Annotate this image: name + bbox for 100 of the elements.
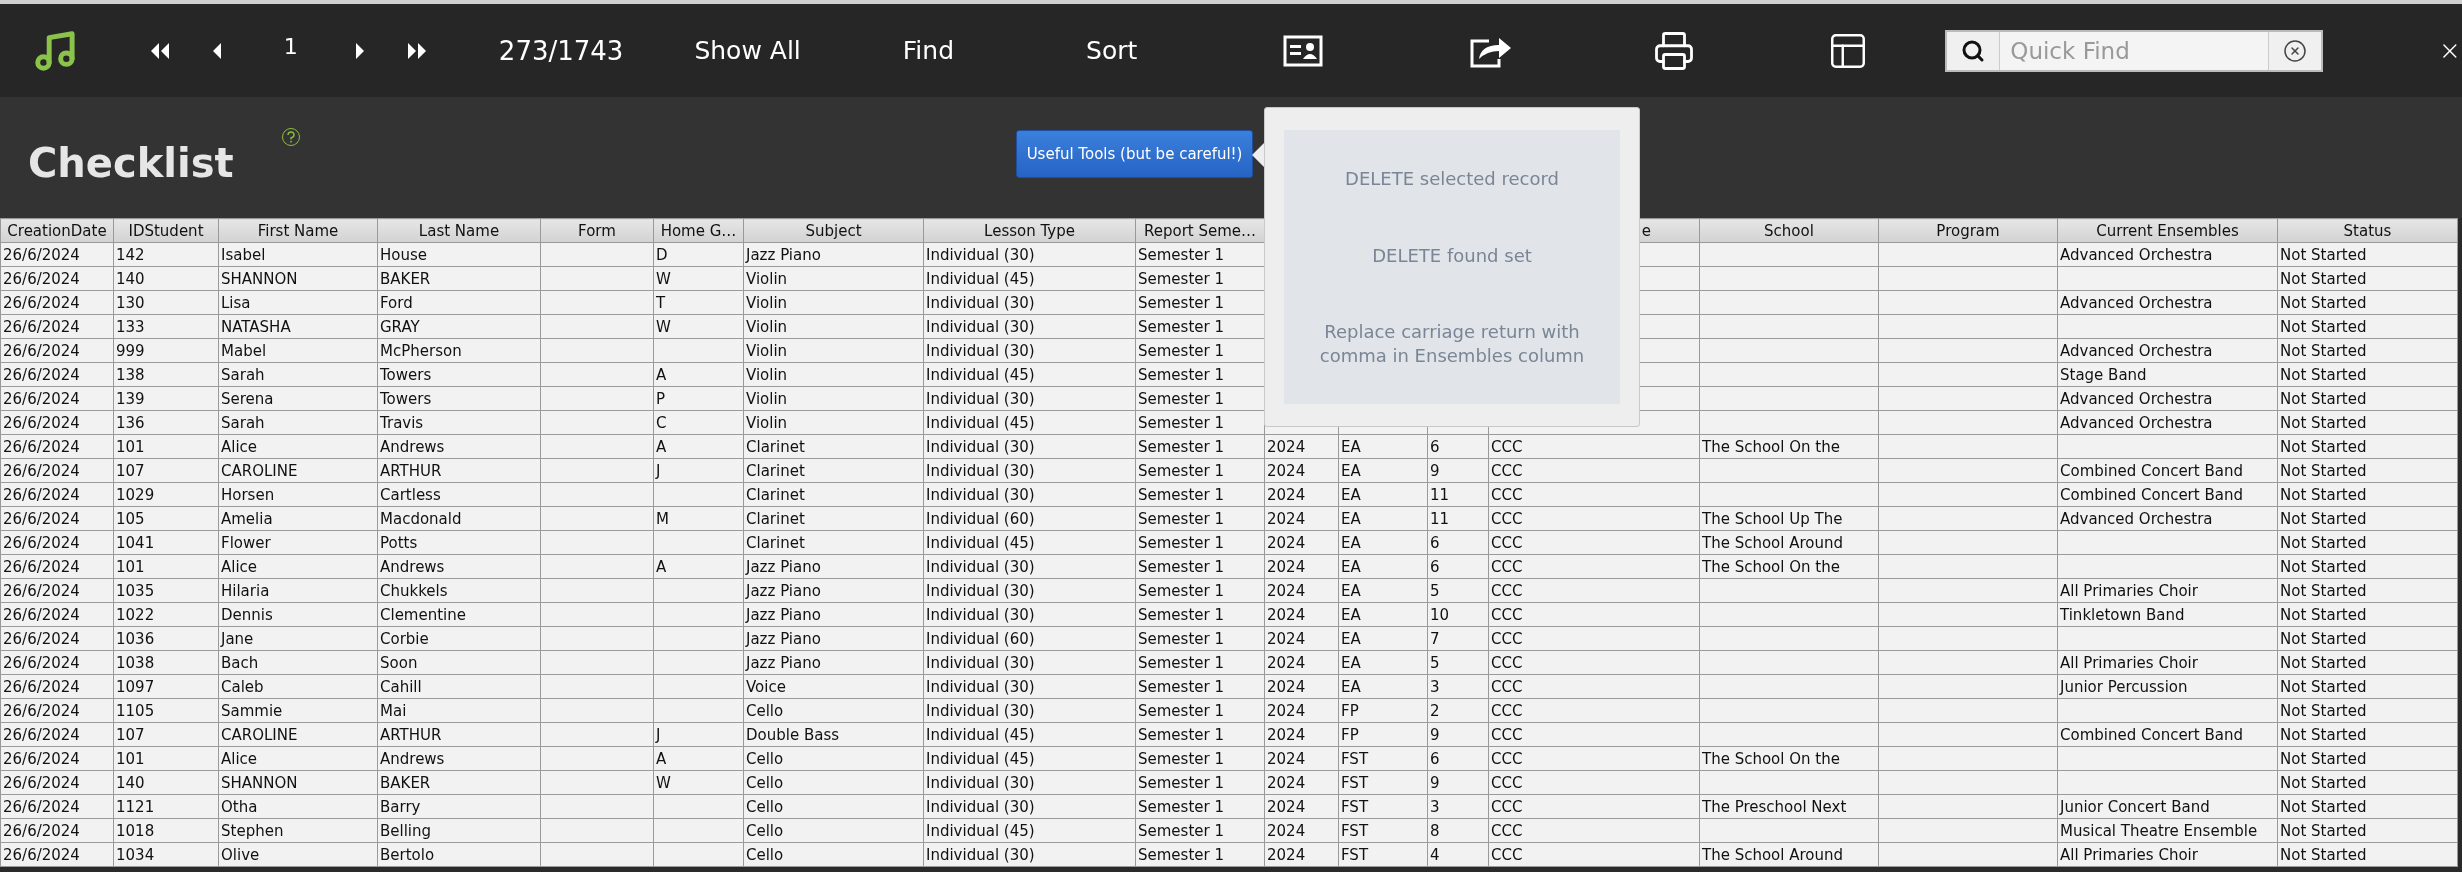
table-cell: 11 (1430, 485, 1450, 504)
table-cell: Not Started (2280, 557, 2367, 576)
column-header[interactable]: Current Ensembles (2057, 218, 2278, 243)
table-cell: A (656, 437, 667, 456)
table-cell: Semester 1 (1138, 413, 1224, 432)
column-header[interactable]: Form (540, 218, 654, 243)
table-cell: Andrews (380, 437, 445, 456)
table-cell: 2024 (1267, 629, 1306, 648)
table-cell: 1018 (116, 821, 155, 840)
table-cell: FST (1341, 749, 1369, 768)
table-cell: Not Started (2280, 821, 2367, 840)
useful-tools-button[interactable]: Useful Tools (but be careful!) (1015, 129, 1254, 178)
column-header[interactable]: Status (2277, 218, 2458, 243)
table-cell: Combined Concert Band (2060, 725, 2243, 744)
table-cell: 26/6/2024 (3, 797, 80, 816)
table-cell: 2024 (1267, 797, 1306, 816)
table-cell: Not Started (2280, 773, 2367, 792)
table-cell: Semester 1 (1138, 389, 1224, 408)
table-cell: Semester 1 (1138, 581, 1224, 600)
table-cell: CCC (1491, 653, 1523, 672)
toolbar-button[interactable]: Show All (688, 32, 807, 69)
table-cell: 26/6/2024 (3, 821, 80, 840)
column-header[interactable]: Lesson Type (923, 218, 1136, 243)
table-cell: CCC (1491, 797, 1523, 816)
table-cell: Towers (380, 365, 432, 384)
table-cell: Clarinet (746, 485, 805, 504)
table-cell: Violin (746, 341, 788, 360)
table-cell: 138 (116, 365, 145, 384)
table-cell: 11 (1430, 509, 1450, 528)
table-cell: 26/6/2024 (3, 365, 80, 384)
column-header[interactable]: Last Name (377, 218, 541, 243)
quick-find-field[interactable]: Quick Find (1945, 29, 2324, 72)
column-header[interactable]: CreationDate (0, 218, 114, 243)
table-cell: Individual (30) (926, 797, 1035, 816)
table-cell: Towers (380, 389, 432, 408)
column-header[interactable]: School (1699, 218, 1879, 243)
table-cell: Violin (746, 317, 788, 336)
table-cell: 26/6/2024 (3, 845, 80, 864)
table-cell: EA (1341, 557, 1361, 576)
table-cell: 6 (1430, 437, 1440, 456)
table-cell: Alice (221, 437, 258, 456)
next-record-icon[interactable] (353, 40, 366, 61)
table-cell: Semester 1 (1138, 797, 1224, 816)
table-cell: Advanced Orchestra (2060, 509, 2213, 528)
table-cell: Semester 1 (1138, 317, 1224, 336)
table-cell: Semester 1 (1138, 653, 1224, 672)
table-cell: EA (1341, 653, 1361, 672)
table-cell: Semester 1 (1138, 749, 1224, 768)
column-header[interactable]: Home G… (653, 218, 744, 243)
table-cell: Jazz Piano (746, 605, 821, 624)
toolbar-button[interactable]: Find (896, 32, 961, 69)
table-cell: All Primaries Choir (2060, 653, 2198, 672)
table-cell: FP (1341, 701, 1359, 720)
table-cell: 1105 (116, 701, 155, 720)
toolbar-button[interactable]: Sort (1080, 32, 1144, 69)
table-cell: Clementine (380, 605, 466, 624)
column-header[interactable]: Subject (743, 218, 924, 243)
contact-card-icon[interactable] (1283, 34, 1324, 67)
table-cell: Not Started (2280, 797, 2367, 816)
table-cell: CCC (1491, 509, 1523, 528)
table-cell: Semester 1 (1138, 677, 1224, 696)
table-cell: 1022 (116, 605, 155, 624)
table-cell: McPherson (380, 341, 462, 360)
table-cell: Individual (45) (926, 365, 1035, 384)
table-cell: Individual (45) (926, 413, 1035, 432)
table-cell: EA (1341, 509, 1361, 528)
column-header[interactable]: Program (1878, 218, 2058, 243)
table-cell: Individual (30) (926, 773, 1035, 792)
table-cell: Jazz Piano (746, 629, 821, 648)
column-header[interactable]: IDStudent (113, 218, 219, 243)
table-cell: CCC (1491, 605, 1523, 624)
table-cell: The School Around (1702, 845, 1844, 864)
table-cell: Mai (380, 701, 407, 720)
table-cell: W (656, 773, 671, 792)
last-record-icon[interactable] (405, 40, 428, 61)
column-header[interactable]: First Name (218, 218, 378, 243)
table-cell: 999 (116, 341, 145, 360)
table-cell: P (656, 389, 666, 408)
table-cell: 101 (116, 749, 145, 768)
table-cell: Individual (45) (926, 725, 1035, 744)
table-cell: 5 (1430, 581, 1440, 600)
clear-icon[interactable] (2283, 38, 2308, 63)
table-cell: Chukkels (380, 581, 448, 600)
table-cell: Semester 1 (1138, 533, 1224, 552)
table-cell: Individual (30) (926, 389, 1035, 408)
column-header[interactable]: Report Seme… (1135, 218, 1265, 243)
table-cell: Violin (746, 269, 788, 288)
table-cell: CCC (1491, 773, 1523, 792)
table-cell: Clarinet (746, 437, 805, 456)
table-cell: Travis (380, 413, 424, 432)
table-cell: 2024 (1267, 677, 1306, 696)
table-cell: Mabel (221, 341, 267, 360)
table-cell: Not Started (2280, 725, 2367, 744)
table-cell: Olive (221, 845, 260, 864)
table-cell: FST (1341, 773, 1369, 792)
record-number[interactable]: 1 (283, 34, 298, 59)
table-cell: Semester 1 (1138, 461, 1224, 480)
table-cell: 2024 (1267, 581, 1306, 600)
table-cell: 1034 (116, 845, 155, 864)
table-cell: 2024 (1267, 485, 1306, 504)
